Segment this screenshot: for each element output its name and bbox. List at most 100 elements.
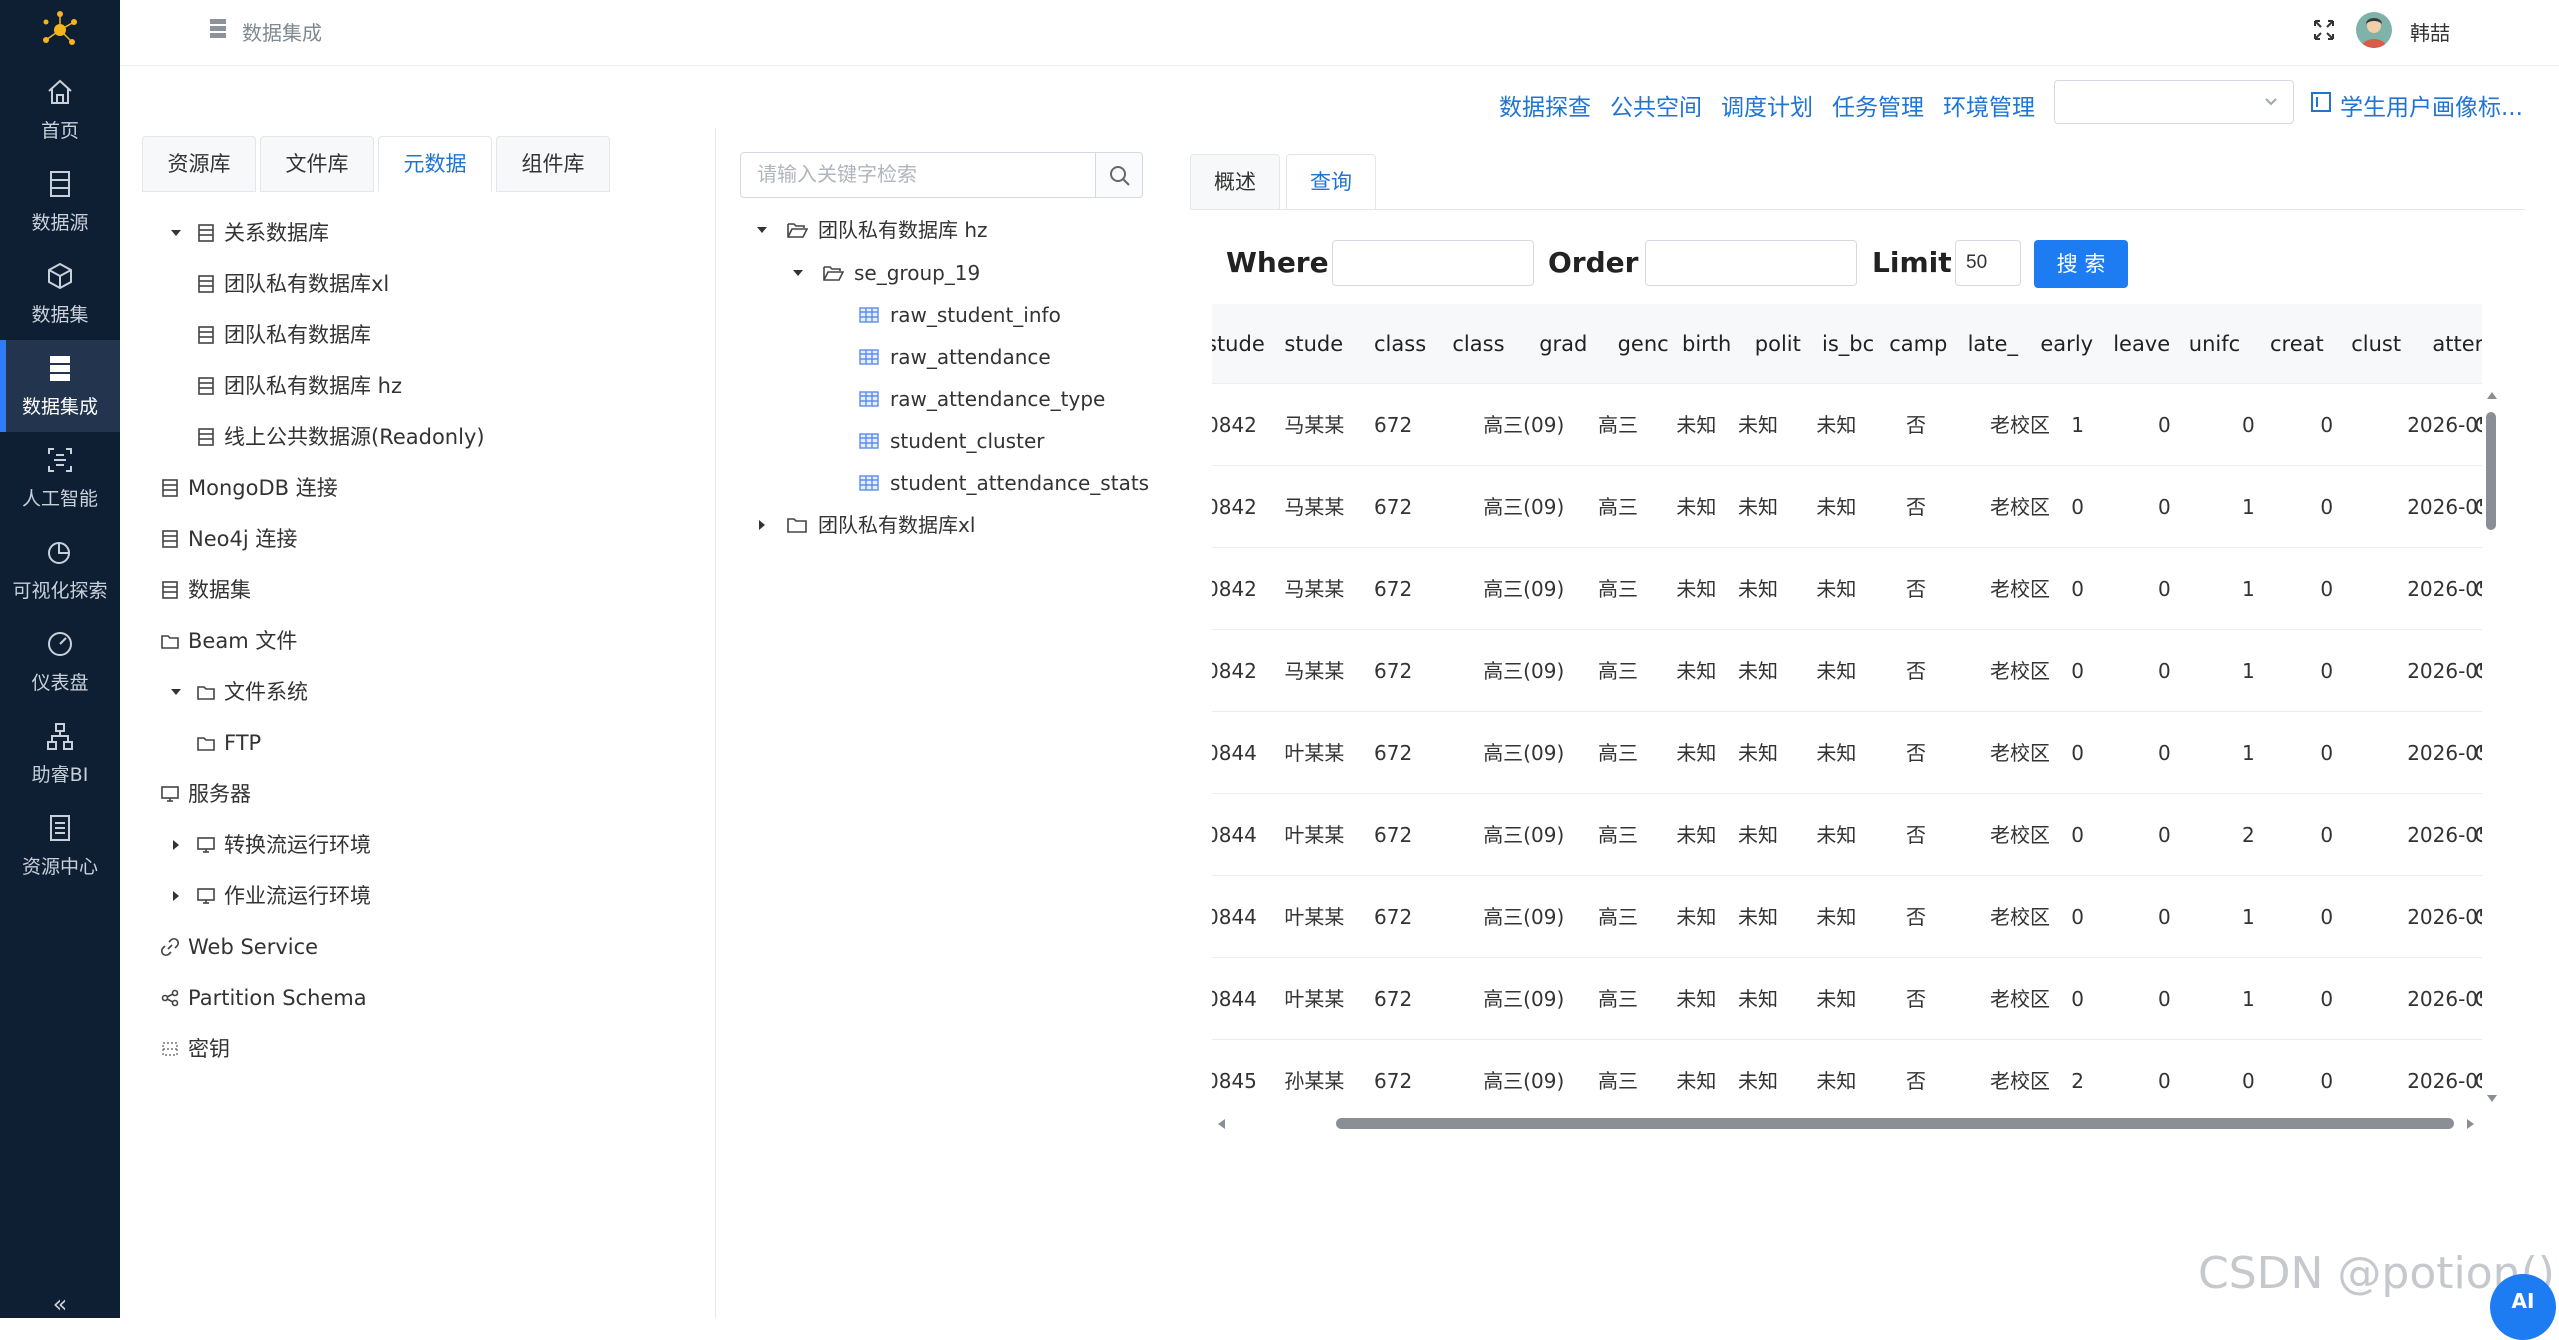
table-cell: 高三: [1598, 741, 1638, 765]
table-row[interactable]: 0842马某某672高三(09)高三未知未知未知否老校区00102026-05C…: [1212, 548, 2482, 630]
scroll-left-icon[interactable]: [1216, 1118, 1226, 1130]
tab-component-lib[interactable]: 组件库: [496, 136, 610, 192]
tree-node-mongodb[interactable]: MongoDB 连接: [160, 468, 338, 508]
column-header[interactable]: late_: [1968, 304, 2032, 384]
schema-table-student-attendance-stats[interactable]: student_attendance_stats: [858, 465, 1149, 501]
column-header[interactable]: stude: [1284, 304, 1348, 384]
column-header[interactable]: atter: [2432, 304, 2482, 384]
nav-bi[interactable]: 助睿BI: [0, 708, 120, 800]
vertical-scrollbar-thumb[interactable]: [2486, 412, 2496, 530]
limit-input[interactable]: [1955, 240, 2021, 286]
tree-node-partition-schema[interactable]: Partition Schema: [160, 978, 367, 1018]
tab-query[interactable]: 查询: [1286, 154, 1376, 210]
tree-node-job-env[interactable]: 作业流运行环境: [173, 876, 371, 916]
table-row[interactable]: 0844叶某某672高三(09)高三未知未知未知否老校区00102026-05C…: [1212, 712, 2482, 794]
tree-node-relational-db[interactable]: 关系数据库: [171, 213, 329, 253]
table-cell: 2026-05: [2407, 1069, 2482, 1093]
column-header[interactable]: class: [1452, 304, 1516, 384]
nav-datasource[interactable]: 数据源: [0, 156, 120, 248]
tree-node-team-db-hz[interactable]: 团队私有数据库 hz: [196, 366, 402, 406]
nav-dashboard[interactable]: 仪表盘: [0, 616, 120, 708]
nav-home[interactable]: 首页: [0, 64, 120, 156]
column-header[interactable]: grad: [1539, 304, 1603, 384]
schema-node-team-db-hz[interactable]: 团队私有数据库 hz: [757, 212, 988, 248]
table-row[interactable]: 0842马某某672高三(09)高三未知未知未知否老校区00102026-05C…: [1212, 466, 2482, 548]
tab-resource-lib[interactable]: 资源库: [142, 136, 256, 192]
user-name[interactable]: 韩喆: [2410, 17, 2450, 46]
table-row[interactable]: 0844叶某某672高三(09)高三未知未知未知否老校区00202026-05C…: [1212, 794, 2482, 876]
link-public-space[interactable]: 公共空间: [1610, 88, 1702, 122]
table-row[interactable]: 0842马某某672高三(09)高三未知未知未知否老校区10002026-05C…: [1212, 384, 2482, 466]
column-header[interactable]: class: [1374, 304, 1438, 384]
tree-node-neo4j[interactable]: Neo4j 连接: [160, 519, 297, 559]
table-row[interactable]: 0844叶某某672高三(09)高三未知未知未知否老校区00102026-05C…: [1212, 958, 2482, 1040]
column-header[interactable]: early: [2040, 304, 2104, 384]
sidebar-collapse-button[interactable]: «: [0, 1290, 120, 1318]
nav-ai[interactable]: 人工智能: [0, 432, 120, 524]
tab-metadata[interactable]: 元数据: [378, 136, 492, 192]
caret-down-icon[interactable]: [170, 227, 182, 239]
column-header[interactable]: leave: [2113, 304, 2177, 384]
tree-node-transform-env[interactable]: 转换流运行环境: [173, 825, 371, 865]
schema-table-student-cluster[interactable]: student_cluster: [858, 423, 1044, 459]
horizontal-scrollbar-thumb[interactable]: [1336, 1118, 2454, 1129]
link-env-management[interactable]: 环境管理: [1943, 88, 2035, 122]
tree-search-button[interactable]: [1095, 152, 1143, 198]
column-header[interactable]: genc: [1618, 304, 1682, 384]
tree-node-public-db[interactable]: 线上公共数据源(Readonly): [196, 417, 485, 457]
tree-node-team-db-xl[interactable]: 团队私有数据库xl: [196, 264, 389, 304]
tree-search-input[interactable]: [740, 152, 1096, 198]
column-header[interactable]: creat: [2270, 304, 2334, 384]
schema-node-se-group-19[interactable]: se_group_19: [793, 255, 980, 291]
link-task-management[interactable]: 任务管理: [1832, 88, 1924, 122]
table-row[interactable]: 0842马某某672高三(09)高三未知未知未知否老校区00102026-05C…: [1212, 630, 2482, 712]
column-header[interactable]: unifc: [2189, 304, 2253, 384]
column-header[interactable]: stude: [1212, 304, 1270, 384]
nav-visual-explore[interactable]: 可视化探索: [0, 524, 120, 616]
caret-down-icon[interactable]: [792, 267, 804, 279]
scroll-up-icon[interactable]: [2486, 390, 2498, 400]
column-header[interactable]: polit: [1755, 304, 1819, 384]
tree-node-web-service[interactable]: Web Service: [160, 927, 318, 967]
link-data-explore[interactable]: 数据探查: [1499, 88, 1591, 122]
caret-right-icon[interactable]: [170, 890, 182, 902]
order-input[interactable]: [1645, 240, 1857, 286]
schema-table-raw-attendance[interactable]: raw_attendance: [858, 339, 1051, 375]
tree-node-dataset[interactable]: 数据集: [160, 570, 251, 610]
table-row[interactable]: 0845孙某某672高三(09)高三未知未知未知否老校区20002026-05C…: [1212, 1040, 2482, 1098]
tree-node-team-db[interactable]: 团队私有数据库: [196, 315, 371, 355]
scroll-down-icon[interactable]: [2486, 1094, 2498, 1104]
caret-right-icon[interactable]: [170, 839, 182, 851]
table-row[interactable]: 0844叶某某672高三(09)高三未知未知未知否老校区00102026-05C…: [1212, 876, 2482, 958]
schema-node-team-db-xl[interactable]: 团队私有数据库xl: [759, 507, 975, 543]
tab-overview[interactable]: 概述: [1190, 154, 1280, 210]
column-header[interactable]: is_bc: [1822, 304, 1886, 384]
query-search-button[interactable]: 搜 索: [2034, 240, 2128, 288]
tree-node-file-system[interactable]: 文件系统: [171, 672, 308, 712]
column-header[interactable]: camp: [1889, 304, 1953, 384]
caret-down-icon[interactable]: [756, 224, 768, 236]
project-select[interactable]: [2054, 80, 2294, 124]
avatar[interactable]: [2356, 12, 2392, 48]
schema-table-raw-attendance-type[interactable]: raw_attendance_type: [858, 381, 1105, 417]
nav-resource-center[interactable]: 资源中心: [0, 800, 120, 892]
fullscreen-icon[interactable]: [2312, 18, 2336, 42]
ai-assistant-button[interactable]: AI: [2490, 1274, 2556, 1340]
column-header[interactable]: clust: [2351, 304, 2415, 384]
link-student-portrait[interactable]: 学生用户画像标...: [2340, 88, 2523, 122]
logo-icon[interactable]: [38, 8, 82, 52]
caret-down-icon[interactable]: [170, 686, 182, 698]
where-input[interactable]: [1332, 240, 1534, 286]
nav-data-integration[interactable]: 数据集成: [0, 340, 120, 432]
tree-node-ftp[interactable]: FTP: [196, 723, 261, 763]
tree-node-secret-key[interactable]: 密钥: [160, 1029, 230, 1069]
nav-dataset[interactable]: 数据集: [0, 248, 120, 340]
tree-node-server[interactable]: 服务器: [160, 774, 251, 814]
link-schedule-plan[interactable]: 调度计划: [1721, 88, 1813, 122]
scroll-right-icon[interactable]: [2466, 1118, 2476, 1130]
column-header[interactable]: birth: [1682, 304, 1746, 384]
schema-table-raw-student-info[interactable]: raw_student_info: [858, 297, 1061, 333]
tree-node-beam-file[interactable]: Beam 文件: [160, 621, 297, 661]
tab-file-lib[interactable]: 文件库: [260, 136, 374, 192]
caret-right-icon[interactable]: [756, 519, 768, 531]
